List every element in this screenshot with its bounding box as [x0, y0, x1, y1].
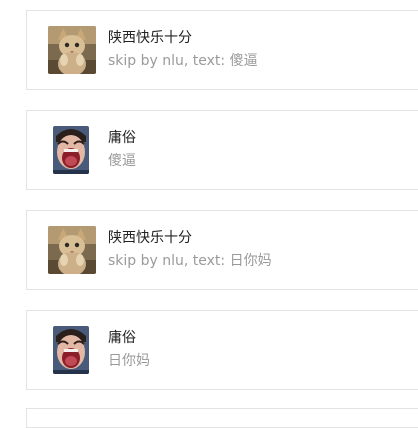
screaming-face-avatar [53, 126, 89, 174]
sender-name: 陕西快乐十分 [108, 230, 192, 246]
cat-photo-avatar [48, 226, 96, 274]
message-card[interactable]: 陕西快乐十分 skip by nlu, text: 傻逼 [26, 10, 418, 90]
message-card[interactable]: 陕西快乐十分 skip by nlu, text: 日你妈 [26, 210, 418, 290]
message-text: 傻逼 [108, 153, 136, 169]
screaming-face-avatar [53, 326, 89, 374]
cat-photo-avatar [48, 26, 96, 74]
message-text: 日你妈 [108, 353, 150, 369]
sender-name: 庸俗 [108, 330, 136, 346]
message-card[interactable]: 庸俗 傻逼 [26, 110, 418, 190]
message-card-partial[interactable] [26, 408, 418, 428]
message-list: 陕西快乐十分 skip by nlu, text: 傻逼 庸俗 傻逼 陕西快乐十… [0, 0, 418, 428]
sender-name: 陕西快乐十分 [108, 30, 192, 46]
message-card[interactable]: 庸俗 日你妈 [26, 310, 418, 390]
message-text: skip by nlu, text: 傻逼 [108, 53, 258, 69]
sender-name: 庸俗 [108, 130, 136, 146]
message-text: skip by nlu, text: 日你妈 [108, 253, 272, 269]
